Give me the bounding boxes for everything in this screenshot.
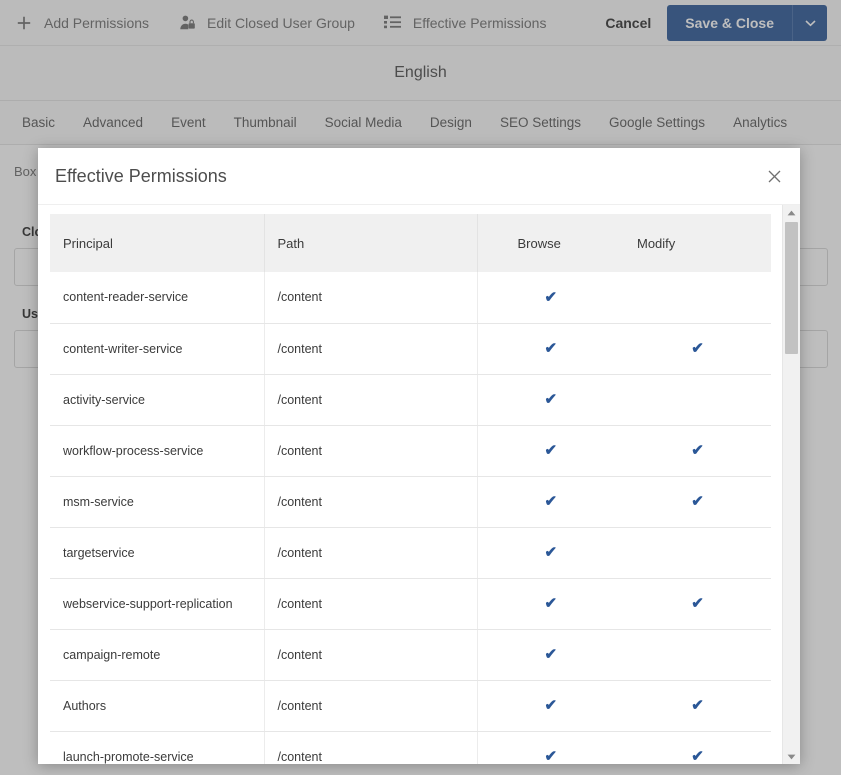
cell-path: /content xyxy=(264,476,478,528)
column-header-browse[interactable]: Browse xyxy=(477,214,624,272)
check-icon: ✔ xyxy=(691,748,704,764)
cell-browse: ✔ xyxy=(477,476,624,528)
cell-path: /content xyxy=(264,323,478,375)
check-icon: ✔ xyxy=(544,748,558,764)
check-icon: ✔ xyxy=(544,697,558,714)
table-body: content-reader-service/content✔✔content-… xyxy=(50,272,771,764)
scroll-down-arrow-icon[interactable] xyxy=(783,749,800,764)
cell-path: /content xyxy=(264,578,478,630)
check-icon: ✔ xyxy=(544,493,558,510)
cell-path: /content xyxy=(264,680,478,732)
cell-modify: ✔ xyxy=(624,527,771,579)
cell-modify: ✔ xyxy=(624,629,771,681)
table-header-row: Principal Path Browse Modify xyxy=(50,214,771,272)
table-row[interactable]: campaign-remote/content ✔ ✔ xyxy=(50,629,771,681)
cell-browse: ✔ xyxy=(477,323,624,375)
cell-browse: ✔ xyxy=(477,527,624,579)
cell-principal: Authors xyxy=(50,680,265,732)
effective-permissions-dialog: Effective Permissions Principal Path Bro… xyxy=(38,148,800,764)
cell-principal: msm-service xyxy=(50,476,265,528)
scroll-up-arrow-icon[interactable] xyxy=(783,205,800,220)
check-icon: ✔ xyxy=(691,442,704,459)
check-icon: ✔ xyxy=(544,442,558,459)
cell-principal: workflow-process-service xyxy=(50,425,265,477)
check-icon: ✔ xyxy=(544,340,558,357)
effective-permissions-table: Principal Path Browse Modify content-rea… xyxy=(50,214,771,764)
table-row[interactable]: activity-service/content ✔ ✔ xyxy=(50,374,771,426)
check-icon: ✔ xyxy=(691,595,704,612)
cell-modify: ✔ xyxy=(624,731,771,764)
cell-modify: ✔ xyxy=(624,374,771,426)
cell-principal: content-reader-service xyxy=(50,272,265,324)
close-icon[interactable] xyxy=(762,164,786,188)
table-row[interactable]: launch-promote-service/content ✔ ✔ xyxy=(50,731,771,764)
cell-principal: campaign-remote xyxy=(50,629,265,681)
table-row[interactable]: content-reader-service/content ✔ ✔ xyxy=(50,272,771,324)
check-icon: ✔ xyxy=(691,493,704,510)
cell-principal: targetservice xyxy=(50,527,265,579)
dialog-body: Principal Path Browse Modify content-rea… xyxy=(38,205,800,764)
cell-modify: ✔ xyxy=(624,323,771,375)
cell-path: /content xyxy=(264,425,478,477)
cell-path: /content xyxy=(264,272,478,324)
check-icon: ✔ xyxy=(544,544,558,561)
scrollbar-thumb[interactable] xyxy=(785,222,798,354)
check-icon: ✔ xyxy=(691,340,704,357)
table-row[interactable]: msm-service/content ✔ ✔ xyxy=(50,476,771,528)
cell-modify: ✔ xyxy=(624,680,771,732)
cell-principal: launch-promote-service xyxy=(50,731,265,764)
cell-browse: ✔ xyxy=(477,629,624,681)
table-row[interactable]: content-writer-service/content ✔ ✔ xyxy=(50,323,771,375)
cell-modify: ✔ xyxy=(624,578,771,630)
cell-modify: ✔ xyxy=(624,272,771,324)
cell-browse: ✔ xyxy=(477,578,624,630)
cell-principal: activity-service xyxy=(50,374,265,426)
cell-browse: ✔ xyxy=(477,374,624,426)
dialog-title: Effective Permissions xyxy=(55,165,227,186)
check-icon: ✔ xyxy=(691,697,704,714)
cell-path: /content xyxy=(264,527,478,579)
table-row[interactable]: Authors/content ✔ ✔ xyxy=(50,680,771,732)
cell-browse: ✔ xyxy=(477,425,624,477)
table-row[interactable]: workflow-process-service/content ✔ ✔ xyxy=(50,425,771,477)
table-header: Principal Path Browse Modify xyxy=(50,214,771,272)
check-icon: ✔ xyxy=(544,391,558,408)
cell-path: /content xyxy=(264,629,478,681)
dialog-header: Effective Permissions xyxy=(38,148,800,205)
table-row[interactable]: webservice-support-replication/content ✔ ✔ xyxy=(50,578,771,630)
cell-principal: webservice-support-replication xyxy=(50,578,265,630)
cell-principal: content-writer-service xyxy=(50,323,265,375)
column-header-path[interactable]: Path xyxy=(264,214,478,272)
cell-browse: ✔ xyxy=(477,680,624,732)
table-row[interactable]: targetservice/content ✔ ✔ xyxy=(50,527,771,579)
cell-modify: ✔ xyxy=(624,476,771,528)
cell-browse: ✔ xyxy=(477,731,624,764)
column-header-modify[interactable]: Modify xyxy=(624,214,771,272)
check-icon: ✔ xyxy=(544,595,558,612)
dialog-scrollbar[interactable] xyxy=(782,205,800,764)
check-icon: ✔ xyxy=(544,288,558,306)
cell-browse: ✔ xyxy=(477,272,624,324)
column-header-principal[interactable]: Principal xyxy=(50,214,265,272)
cell-path: /content xyxy=(264,731,478,764)
cell-modify: ✔ xyxy=(624,425,771,477)
cell-path: /content xyxy=(264,374,478,426)
check-icon: ✔ xyxy=(544,646,558,663)
permissions-table-scroll-area: Principal Path Browse Modify content-rea… xyxy=(50,214,782,764)
